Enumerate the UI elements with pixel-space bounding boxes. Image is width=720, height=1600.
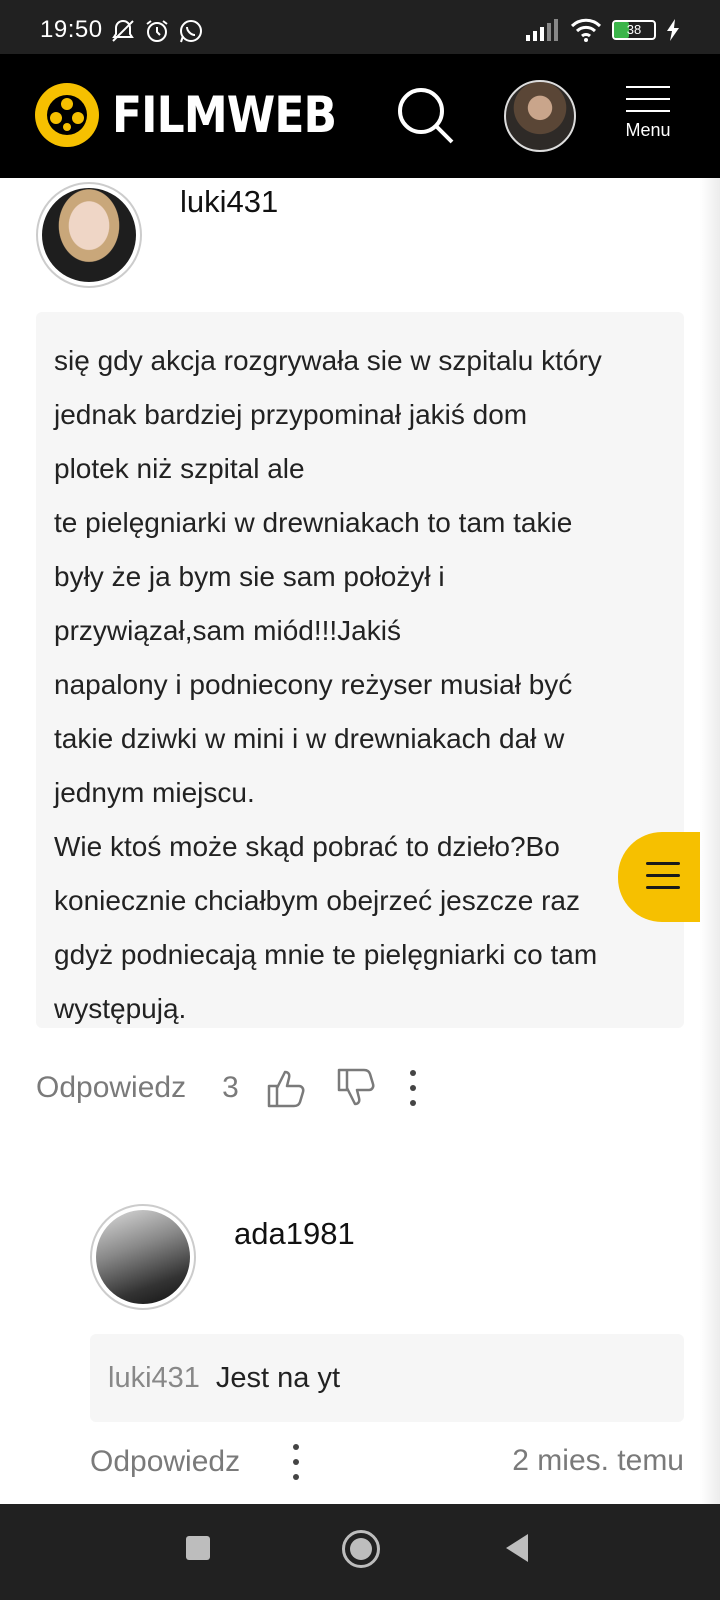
reply-text: Jest na yt — [215, 1361, 341, 1394]
edge-shadow — [700, 178, 720, 1504]
back-icon[interactable] — [506, 1534, 528, 1562]
reply-button[interactable]: Odpowiedz — [36, 1071, 186, 1105]
recents-icon[interactable] — [186, 1536, 210, 1560]
status-bar: 19:50 38 — [0, 0, 720, 54]
menu-label: Menu — [625, 120, 671, 140]
comment-actions: Odpowiedz 3 — [36, 1060, 684, 1116]
search-button[interactable] — [394, 84, 458, 148]
comment-body: się gdy akcja rozgrywała sie w szpitalu … — [36, 312, 684, 1028]
comments-section: luki431 się gdy akcja rozgrywała sie w s… — [0, 178, 720, 1504]
home-icon[interactable] — [342, 1530, 380, 1568]
bell-off-icon — [112, 19, 134, 42]
thumbs-down-icon[interactable] — [335, 1066, 379, 1110]
status-time: 19:50 — [40, 16, 103, 43]
logo-text: FILMWEB — [112, 86, 337, 144]
comment-text: się gdy akcja rozgrywała sie w szpitalu … — [54, 345, 602, 1024]
film-reel-icon — [35, 83, 99, 147]
avatar[interactable] — [90, 1204, 196, 1310]
charging-icon — [667, 19, 679, 41]
more-options-icon[interactable] — [290, 1444, 302, 1480]
search-icon — [398, 88, 454, 144]
like-count: 3 — [222, 1071, 239, 1104]
hamburger-icon — [646, 862, 680, 898]
filmweb-logo[interactable]: FILMWEB — [34, 82, 367, 148]
signal-icon — [526, 19, 558, 41]
menu-button[interactable]: Menu — [612, 86, 684, 150]
battery-level: 38 — [626, 22, 642, 37]
more-options-icon[interactable] — [407, 1070, 419, 1106]
reply-username[interactable]: ada1981 — [234, 1216, 355, 1252]
comment-username[interactable]: luki431 — [180, 184, 278, 220]
header: FILMWEB Menu — [0, 54, 720, 178]
status-icons-left — [110, 18, 204, 44]
thumbs-up-icon[interactable] — [265, 1066, 309, 1110]
wifi-icon — [570, 18, 602, 42]
status-icons-right: 38 — [526, 18, 680, 42]
reply-button[interactable]: Odpowiedz — [90, 1445, 240, 1479]
system-nav-bar — [0, 1504, 720, 1600]
reply-actions: Odpowiedz 2 mies. temu — [90, 1434, 684, 1490]
mention[interactable]: luki431 — [108, 1362, 200, 1395]
alarm-icon — [146, 20, 168, 42]
avatar[interactable] — [36, 182, 142, 288]
reply-timestamp: 2 mies. temu — [512, 1444, 684, 1477]
battery-icon: 38 — [612, 20, 656, 40]
hamburger-icon — [626, 86, 670, 112]
user-avatar[interactable] — [504, 80, 576, 152]
reply-body: luki431 Jest na yt — [90, 1334, 684, 1422]
whatsapp-icon — [180, 20, 202, 43]
